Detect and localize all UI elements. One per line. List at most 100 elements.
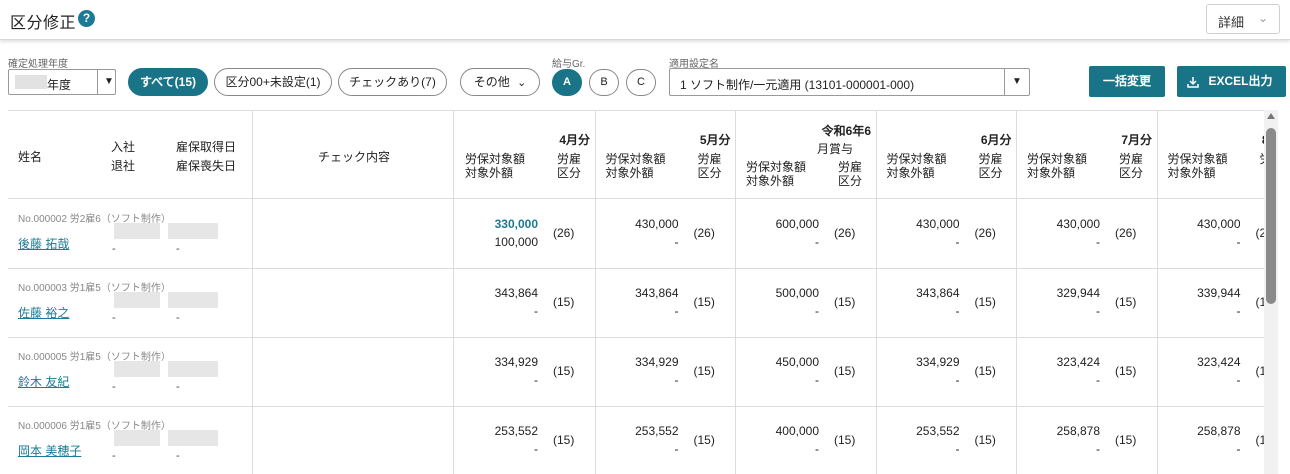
month-header-category: 労雇 区分 <box>697 152 722 180</box>
insurance-category[interactable]: (15) <box>834 433 855 447</box>
insurance-category[interactable]: (26) <box>834 226 855 240</box>
target-amount: 253,552 <box>916 424 960 438</box>
pay-group-b[interactable]: B <box>589 69 619 96</box>
leave-date-empty: - <box>112 312 116 324</box>
tab-check[interactable]: チェックあり(7) <box>338 68 447 96</box>
select-divider <box>1004 69 1005 95</box>
insurance-category[interactable]: (26) <box>1115 226 1136 240</box>
excluded-amount: - <box>1096 442 1100 456</box>
target-amount: 343,864 <box>916 286 960 300</box>
select-divider <box>97 70 98 94</box>
scroll-thumb[interactable] <box>1266 128 1276 304</box>
excluded-amount: - <box>534 373 538 387</box>
insurance-category[interactable]: (1 <box>1256 295 1265 309</box>
target-amount: 450,000 <box>775 355 819 369</box>
insurance-category[interactable]: (15) <box>975 364 996 378</box>
pay-group-a[interactable]: A <box>552 69 582 96</box>
target-amount: 330,000 <box>494 217 538 231</box>
detail-button-label: 詳細 <box>1218 15 1245 30</box>
lose-date-empty: - <box>176 381 180 393</box>
pay-group-c[interactable]: C <box>626 69 656 96</box>
tab-all[interactable]: すべて(15) <box>128 68 208 96</box>
month-header-target: 労保対象額 <box>1027 152 1088 166</box>
tab-other-label: その他 <box>473 75 510 89</box>
scroll-up-arrow-icon[interactable] <box>1267 113 1275 119</box>
insurance-category[interactable]: (15) <box>975 295 996 309</box>
month-header-title: 8月分 <box>1211 133 1264 147</box>
insurance-category[interactable]: (15) <box>1115 433 1136 447</box>
insurance-category[interactable]: (26) <box>975 226 996 240</box>
excluded-amount: - <box>955 304 960 318</box>
insurance-category[interactable]: (15) <box>975 433 996 447</box>
insurance-category[interactable]: (15) <box>1115 295 1136 309</box>
insurance-category[interactable]: (15) <box>553 433 574 447</box>
insurance-category[interactable]: (15) <box>834 295 855 309</box>
chevron-down-icon: ⌄ <box>517 77 527 89</box>
download-icon <box>1187 77 1199 88</box>
target-amount: 334,929 <box>635 355 679 369</box>
month-header-title: 5月分 <box>699 133 731 147</box>
month-header-excluded: 対象外額 <box>886 166 935 180</box>
excel-export-label: EXCEL出力 <box>1208 74 1273 88</box>
redacted-date <box>114 223 160 239</box>
tab-other-dropdown[interactable]: その他 ⌄ <box>460 68 540 96</box>
col-header-check: チェック内容 <box>318 150 391 164</box>
excluded-amount: - <box>1096 235 1100 249</box>
employee-name-link[interactable]: 後藤 拓哉 <box>18 235 69 252</box>
month-header-target: 労保対象額 <box>886 152 947 166</box>
year-select[interactable]: 年度 ▼ <box>8 69 116 95</box>
excel-export-button[interactable]: EXCEL出力 <box>1177 66 1286 97</box>
excluded-amount: - <box>1236 442 1241 456</box>
insurance-category[interactable]: (15) <box>553 295 574 309</box>
page-header: 区分修正 ? 詳細 ⌄ <box>0 0 1290 40</box>
employee-name-link[interactable]: 佐藤 裕之 <box>18 304 69 321</box>
month-header-category: 労雇 区分 <box>557 152 582 180</box>
tab-unset[interactable]: 区分00+未設定(1) <box>214 68 332 96</box>
month-header-title: 4月分 <box>559 133 590 147</box>
insurance-category[interactable]: (1 <box>1256 433 1265 447</box>
insurance-category[interactable]: (1 <box>1256 364 1265 378</box>
month-header-target: 労保対象額 <box>465 152 526 166</box>
year-label: 確定処理年度 <box>8 59 68 70</box>
leave-date-empty: - <box>112 381 116 393</box>
excluded-amount: - <box>674 442 679 456</box>
year-value-redacted <box>15 75 47 89</box>
insurance-category[interactable]: (26) <box>694 226 715 240</box>
redacted-date <box>114 430 160 446</box>
bulk-change-button[interactable]: 一括変更 <box>1089 66 1165 97</box>
lose-date-empty: - <box>176 243 180 255</box>
insurance-category[interactable]: (15) <box>694 433 715 447</box>
leave-date-empty: - <box>112 243 116 255</box>
target-amount: 334,929 <box>494 355 538 369</box>
month-header-excluded: 対象外額 <box>465 166 514 180</box>
month-header-title: 7月分 <box>1121 133 1152 147</box>
insurance-category[interactable]: (26) <box>553 226 574 240</box>
excluded-amount: - <box>534 442 538 456</box>
month-header-excluded: 対象外額 <box>1027 166 1076 180</box>
excluded-amount: - <box>1236 373 1241 387</box>
excluded-amount: - <box>955 235 960 249</box>
chevron-down-icon: ⌄ <box>1258 11 1269 25</box>
col-header-join: 入社 <box>111 140 136 154</box>
excluded-amount: - <box>1096 373 1100 387</box>
target-amount: 258,878 <box>1197 424 1241 438</box>
insurance-category[interactable]: (15) <box>694 364 715 378</box>
excluded-amount: - <box>1096 304 1100 318</box>
employee-name-link[interactable]: 岡本 美穂子 <box>18 442 81 459</box>
month-header-target: 労保対象額 <box>1167 152 1228 166</box>
help-icon[interactable]: ? <box>78 10 95 27</box>
insurance-category[interactable]: (15) <box>694 295 715 309</box>
insurance-category[interactable]: (15) <box>834 364 855 378</box>
target-amount: 258,878 <box>1056 424 1100 438</box>
rule-select[interactable]: 1 ソフト制作/一元適用 (13101-000001-000) ▼ <box>669 68 1030 96</box>
excluded-amount: - <box>815 235 819 249</box>
excluded-amount: - <box>955 442 960 456</box>
target-amount: 430,000 <box>916 217 960 231</box>
insurance-category[interactable]: (15) <box>1115 364 1136 378</box>
insurance-category[interactable]: (2 <box>1256 226 1265 240</box>
page-title: 区分修正 <box>10 15 77 32</box>
detail-dropdown-button[interactable]: 詳細 ⌄ <box>1206 4 1280 34</box>
insurance-category[interactable]: (15) <box>553 364 574 378</box>
employee-name-link[interactable]: 鈴木 友紀 <box>18 373 69 390</box>
vertical-scrollbar[interactable] <box>1264 110 1278 474</box>
